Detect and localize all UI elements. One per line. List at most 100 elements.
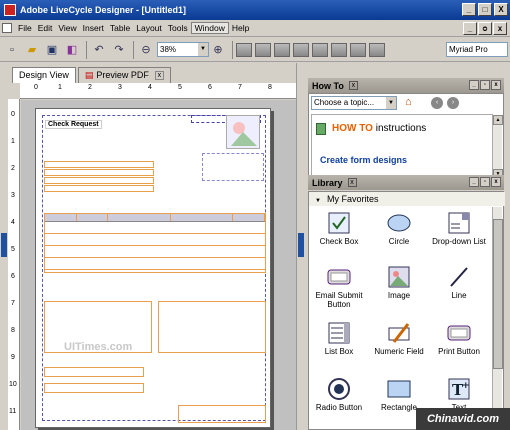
table-header-cell [45,214,77,221]
zoom-select[interactable]: 38% ▼ [157,42,209,57]
palette-minimize-icon[interactable]: _ [469,80,479,90]
howto-header[interactable]: How To x _ ▫ x [308,78,504,93]
grid-icon[interactable] [236,42,252,57]
open-icon[interactable]: ▰ [23,41,41,59]
close-icon[interactable]: x [347,178,357,187]
library-item-rectangle[interactable]: Rectangle [369,377,429,412]
zoom-in-icon[interactable]: ⊕ [209,41,227,59]
howto-content: HOW TO instructions Create form designs [311,114,493,180]
library-header[interactable]: Library x _ ▫ x [308,175,504,190]
howto-scrollbar[interactable]: ▲ ▼ [492,115,503,179]
tab-preview-pdf[interactable]: ▤ Preview PDF x [77,67,171,83]
palette-close-icon[interactable]: x [491,80,501,90]
close-button[interactable]: X [494,3,508,16]
close-icon[interactable]: x [154,71,164,80]
menu-file[interactable]: File [15,23,35,33]
toolbar-separator [232,40,233,59]
design-canvas[interactable]: Check Request UITimes.com [21,100,296,430]
ruler-label: 0 [34,84,38,91]
tab-design-view[interactable]: Design View [12,67,76,83]
menu-tools[interactable]: Tools [165,23,191,33]
library-item-email-submit-button[interactable]: Email Submit Button [309,265,369,309]
library-item-list-box[interactable]: List Box [309,321,369,356]
text-field[interactable] [44,161,154,168]
menu-help[interactable]: Help [229,23,252,33]
redo-icon[interactable]: ↷ [110,41,128,59]
forward-icon[interactable]: › [447,97,459,109]
library-scrollbar[interactable] [492,207,503,429]
palette-minimize-icon[interactable]: _ [469,177,479,187]
palette-maximize-icon[interactable]: ▫ [480,177,490,187]
list-box-icon [327,321,351,345]
items-table[interactable] [44,213,266,273]
form-title[interactable]: Check Request [45,120,102,129]
menu-table[interactable]: Table [107,23,133,33]
howto-link[interactable]: Create form designs [320,155,407,165]
scroll-up-icon[interactable]: ▲ [493,115,503,125]
menu-insert[interactable]: Insert [80,23,107,33]
topic-select[interactable]: Choose a topic... ▼ [311,96,397,110]
menu-edit[interactable]: Edit [35,23,56,33]
text-field[interactable] [44,185,154,192]
document-icon[interactable] [2,23,12,33]
maximize-button[interactable]: □ [478,3,492,16]
library-item-circle[interactable]: Circle [369,211,429,246]
align-right-icon[interactable] [274,42,290,57]
library-item-label: Radio Button [315,403,363,412]
library-item-drop-down-list[interactable]: Drop-down List [429,211,489,246]
internal-use-table[interactable] [178,405,266,423]
logo-image[interactable] [226,115,260,149]
library-panel: ▼ My Favorites Check Box Circle Drop-down… [308,191,505,430]
zoom-out-icon[interactable]: ⊖ [137,41,155,59]
align-top-icon[interactable] [293,42,309,57]
group-icon[interactable] [369,42,385,57]
close-icon[interactable]: x [348,81,358,90]
menu-view[interactable]: View [55,23,79,33]
table-header-cell [233,214,265,221]
doc-restore-button[interactable]: ᴑ [478,22,492,35]
text-field[interactable] [44,177,154,184]
palette-close-icon[interactable]: x [491,177,501,187]
undo-icon[interactable]: ↶ [90,41,108,59]
doc-close-button[interactable]: x [493,22,507,35]
library-item-image[interactable]: Image [369,265,429,300]
menu-layout[interactable]: Layout [133,23,165,33]
save-icon[interactable]: ▣ [43,41,61,59]
library-item-text[interactable]: T+ Text [429,377,489,412]
align-bottom-icon[interactable] [312,42,328,57]
font-select[interactable]: Myriad Pro [446,42,508,57]
table-row[interactable] [45,246,265,258]
library-item-radio-button[interactable]: Radio Button [309,377,369,412]
authorization-field[interactable] [44,383,144,393]
minimize-button[interactable]: _ [462,3,476,16]
address-block[interactable] [202,153,264,181]
favorites-group-header[interactable]: ▼ My Favorites [309,192,505,206]
back-icon[interactable]: ‹ [431,97,443,109]
doc-minimize-button[interactable]: _ [463,22,477,35]
library-item-label: Circle [388,237,410,246]
align-left-icon[interactable] [255,42,271,57]
new-icon[interactable]: ▫ [3,41,21,59]
menu-window[interactable]: Window [190,22,229,34]
library-item-numeric-field[interactable]: Numeric Field [369,321,429,356]
home-icon[interactable]: ⌂ [405,96,412,108]
text-field[interactable] [44,169,154,176]
panel-splitter[interactable] [296,63,304,430]
table-row[interactable] [45,222,265,234]
table-row[interactable] [45,258,265,270]
scroll-thumb[interactable] [493,219,503,369]
comments-box[interactable] [158,301,266,353]
table-row[interactable] [45,234,265,246]
chevron-down-icon[interactable]: ▼ [198,43,208,56]
palette-maximize-icon[interactable]: ▫ [480,80,490,90]
align-center-icon[interactable] [331,42,347,57]
manager-field[interactable] [44,367,144,377]
preview-icon[interactable]: ◧ [63,41,81,59]
library-item-check-box[interactable]: Check Box [309,211,369,246]
library-item-print-button[interactable]: Print Button [429,321,489,356]
library-item-line[interactable]: Line [429,265,489,300]
collapse-left-button[interactable] [1,233,7,257]
chevron-down-icon[interactable]: ▼ [386,97,396,109]
form-page[interactable]: Check Request UITimes.com [35,108,271,428]
distribute-icon[interactable] [350,42,366,57]
